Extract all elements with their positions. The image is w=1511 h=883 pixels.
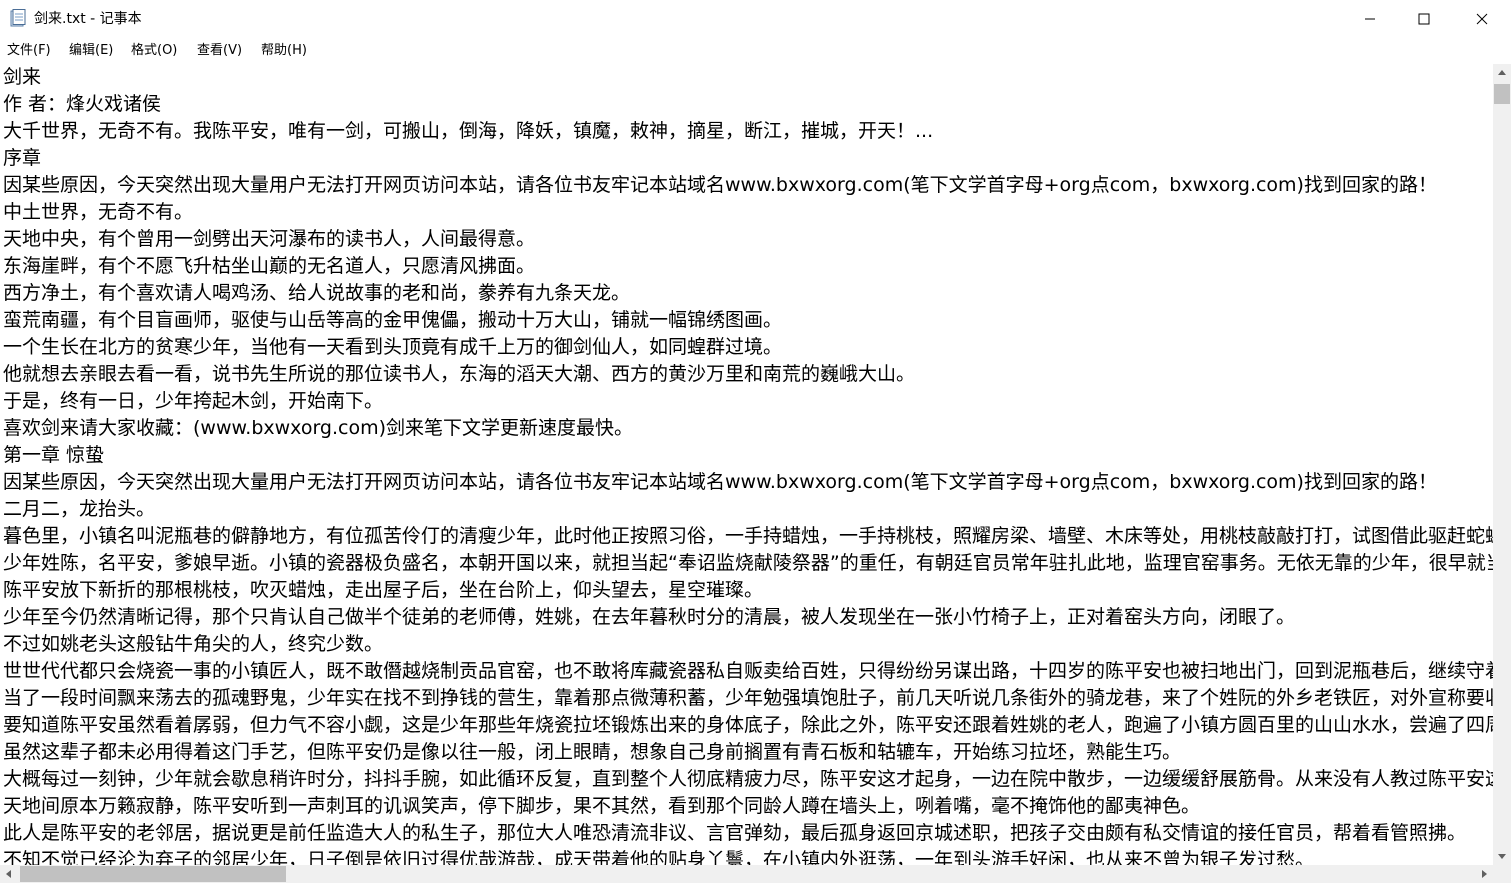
text-line: 天地中央，有个曾用一剑劈出天河瀑布的读书人，人间最得意。 — [3, 228, 536, 250]
text-line: 剑来 — [3, 66, 42, 88]
text-line: 作 者：烽火戏诸侯 — [3, 93, 162, 115]
scroll-up-arrow-icon[interactable] — [1493, 64, 1511, 81]
text-editor[interactable]: 剑来 作 者：烽火戏诸侯 大千世界，无奇不有。我陈平安，唯有一剑，可搬山，倒海，… — [0, 64, 1493, 865]
text-line: 大千世界，无奇不有。我陈平安，唯有一剑，可搬山，倒海，降妖，镇魔，敕神，摘星，断… — [3, 120, 934, 142]
menu-edit[interactable]: 编辑(E) — [69, 42, 113, 60]
text-line: 少年至今仍然清晰记得，那个只肯认自己做半个徒弟的老师傅，姓姚，在去年暮秋时分的清… — [3, 606, 1296, 628]
text-line: 天地间原本万籁寂静，陈平安听到一声刺耳的讥讽笑声，停下脚步，果不其然，看到那个同… — [3, 795, 1201, 817]
text-line: 当了一段时间飘来荡去的孤魂野鬼，少年实在找不到挣钱的营生，靠着那点微薄积蓄，少年… — [3, 687, 1493, 709]
horizontal-scroll-thumb[interactable] — [20, 866, 286, 882]
scroll-left-arrow-icon[interactable] — [0, 865, 17, 883]
title-bar[interactable]: 剑来.txt - 记事本 — [0, 0, 1511, 38]
maximize-icon — [1418, 13, 1430, 25]
text-line: 暮色里，小镇名叫泥瓶巷的僻静地方，有位孤苦伶仃的清瘦少年，此时他正按照习俗，一手… — [3, 525, 1493, 547]
text-line: 中土世界，无奇不有。 — [3, 201, 194, 223]
vertical-scroll-thumb[interactable] — [1494, 84, 1510, 104]
scroll-down-arrow-icon[interactable] — [1493, 848, 1511, 865]
menu-help[interactable]: 帮助(H) — [261, 42, 307, 60]
close-button[interactable] — [1459, 0, 1505, 38]
text-line: 一个生长在北方的贫寒少年，当他有一天看到头顶竟有成千上万的御剑仙人，如同蝗群过境… — [3, 336, 783, 358]
text-line: 二月二，龙抬头。 — [3, 498, 156, 520]
menu-bar: 文件(F) 编辑(E) 格式(O) 查看(V) 帮助(H) — [0, 38, 1511, 64]
text-line: 虽然这辈子都未必用得着这门手艺，但陈平安仍是像以往一般，闭上眼睛，想象自己身前搁… — [3, 741, 1182, 763]
vertical-scrollbar[interactable] — [1493, 64, 1511, 865]
text-line: 要知道陈平安虽然看着孱弱，但力气不容小觑，这是少年那些年烧瓷拉坯锻炼出来的身体底… — [3, 714, 1493, 736]
text-line: 大概每过一刻钟，少年就会歇息稍许时分，抖抖手腕，如此循环反复，直到整个人彻底精疲… — [3, 768, 1493, 790]
text-line: 因某些原因，今天突然出现大量用户无法打开网页访问本站，请各位书友牢记本站域名ww… — [3, 471, 1437, 493]
text-line: 东海崖畔，有个不愿飞升枯坐山巅的无名道人，只愿清风拂面。 — [3, 255, 536, 277]
maximize-button[interactable] — [1401, 0, 1447, 38]
text-line: 于是，终有一日，少年挎起木剑，开始南下。 — [3, 390, 384, 412]
menu-format[interactable]: 格式(O) — [131, 42, 177, 60]
window-title: 剑来.txt - 记事本 — [34, 11, 142, 27]
text-line: 他就想去亲眼去看一看，说书先生所说的那位读书人，东海的滔天大潮、西方的黄沙万里和… — [3, 363, 916, 385]
text-line: 此人是陈平安的老邻居，据说更是前任监造大人的私生子，那位大人唯恐清流非议、言官弹… — [3, 822, 1467, 844]
horizontal-scrollbar[interactable] — [0, 865, 1493, 883]
text-line: 第一章 惊蛰 — [3, 444, 105, 466]
menu-view[interactable]: 查看(V) — [197, 42, 242, 60]
text-line: 不知不觉已经沦为弃子的邻居少年，日子倒是依旧过得优哉游哉，成天带着他的贴身丫鬟，… — [3, 849, 1315, 865]
text-line: 世世代代都只会烧瓷一事的小镇匠人，既不敢僭越烧制贡品官窑，也不敢将库藏瓷器私自贩… — [3, 660, 1493, 682]
text-line: 序章 — [3, 147, 42, 169]
notepad-app-icon — [10, 9, 26, 27]
text-line: 少年姓陈，名平安，爹娘早逝。小镇的瓷器极负盛名，本朝开国以来，就担当起“奉诏监烧… — [3, 552, 1493, 574]
minimize-icon — [1365, 18, 1375, 20]
close-icon — [1476, 13, 1488, 25]
scrollbar-corner — [1493, 865, 1511, 883]
text-line: 蛮荒南疆，有个目盲画师，驱使与山岳等高的金甲傀儡，搬动十万大山，铺就一幅锦绣图画… — [3, 309, 783, 331]
text-line: 不过如姚老头这般钻牛角尖的人，终究少数。 — [3, 633, 384, 655]
text-line: 陈平安放下新折的那根桃枝，吹灭蜡烛，走出屋子后，坐在台阶上，仰头望去，星空璀璨。 — [3, 579, 764, 601]
scroll-right-arrow-icon[interactable] — [1476, 865, 1493, 883]
text-line: 因某些原因，今天突然出现大量用户无法打开网页访问本站，请各位书友牢记本站域名ww… — [3, 174, 1437, 196]
minimize-button[interactable] — [1347, 0, 1393, 38]
menu-file[interactable]: 文件(F) — [7, 42, 51, 60]
text-line: 西方净土，有个喜欢请人喝鸡汤、给人说故事的老和尚，豢养有九条天龙。 — [3, 282, 631, 304]
text-line: 喜欢剑来请大家收藏：(www.bxwxorg.com)剑来笔下文学更新速度最快。 — [3, 417, 634, 439]
